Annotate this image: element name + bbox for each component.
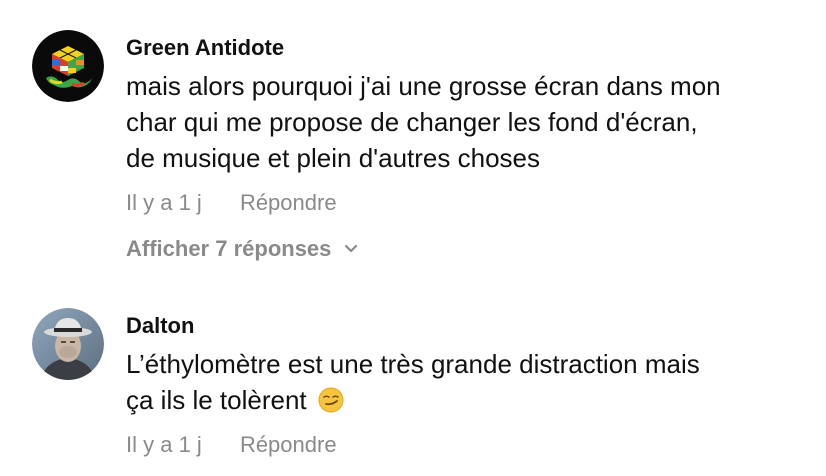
man-with-hat-avatar-icon (32, 308, 104, 380)
chevron-down-icon (345, 244, 358, 253)
comment-text-line: ça ils le tolèrent (126, 385, 307, 415)
comment-text: L’éthylomètre est une très grande distra… (126, 346, 806, 418)
melting-rubiks-cube-avatar-icon (32, 30, 104, 102)
reply-button[interactable]: Répondre (240, 190, 337, 216)
show-replies-label: Afficher 7 réponses (126, 236, 332, 261)
reply-button[interactable]: Répondre (240, 432, 337, 458)
comment-body: Green Antidote mais alors pourquoi j'ai … (126, 34, 806, 262)
avatar[interactable] (32, 308, 104, 380)
comment-text-line: L’éthylomètre est une très grande distra… (126, 349, 700, 379)
comment-text-line: de musique et plein d'autres choses (126, 143, 540, 173)
comment-author[interactable]: Dalton (126, 312, 806, 340)
comment-body: Dalton L’éthylomètre est une très grande… (126, 312, 806, 458)
show-replies-button[interactable]: Afficher 7 réponses (126, 236, 359, 262)
comment-author[interactable]: Green Antidote (126, 34, 806, 62)
comment-text-line-with-emoji: ça ils le tolèrent (126, 382, 806, 418)
comment-text-line: char qui me propose de changer les fond … (126, 107, 698, 137)
avatar[interactable] (32, 30, 104, 102)
comment-meta: Il y a 1 j Répondre (126, 432, 806, 458)
comment-text: mais alors pourquoi j'ai une grosse écra… (126, 68, 806, 176)
comment-text-line: mais alors pourquoi j'ai une grosse écra… (126, 71, 721, 101)
comment-timestamp: Il y a 1 j (126, 190, 202, 215)
comment-meta: Il y a 1 j Répondre (126, 190, 806, 216)
comment-timestamp: Il y a 1 j (126, 432, 202, 457)
smirking-face-emoji-icon (318, 387, 344, 413)
